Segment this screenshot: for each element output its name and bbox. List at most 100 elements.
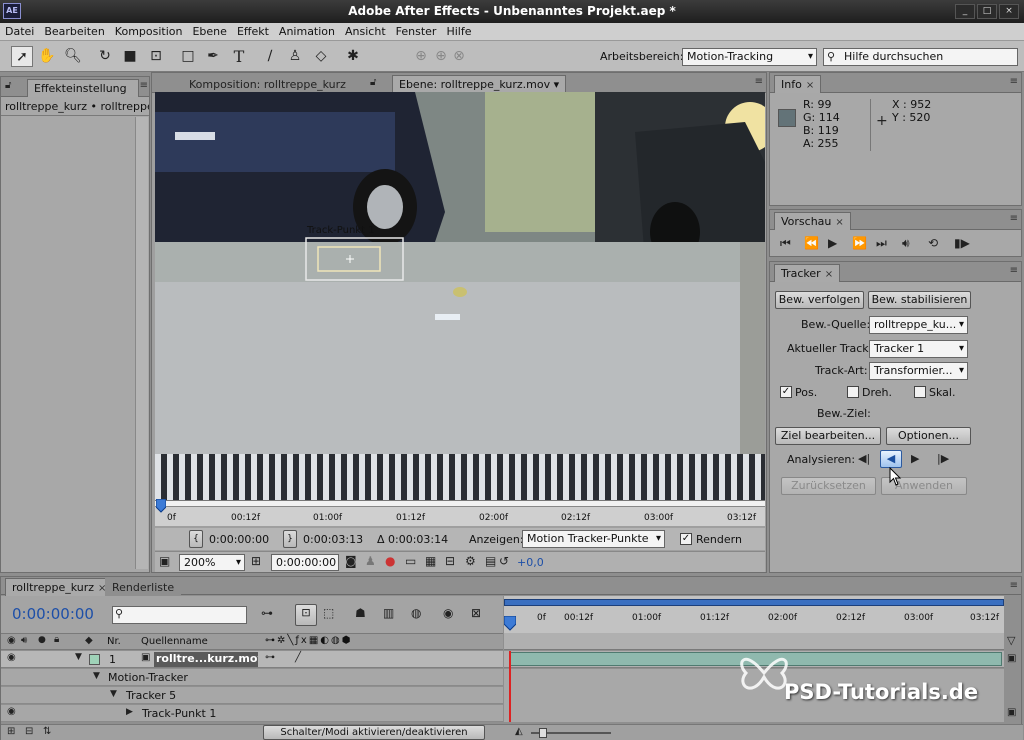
lock-icon[interactable]: 🔓︎ [5,80,11,91]
menu-ansicht[interactable]: Ansicht [340,23,391,40]
minimize-button[interactable]: _ [955,4,975,19]
ram-preview-icon[interactable]: ▮▶ [954,236,970,250]
rotation-checkbox[interactable] [847,386,859,398]
eye-icon[interactable]: ◉ [7,652,16,663]
close-icon[interactable]: × [835,217,843,228]
fast-previews-icon[interactable]: ⚙ [465,554,476,568]
analyze-forward-icon[interactable]: ▶ [911,452,919,465]
exposure-reset-icon[interactable]: ↺ [499,554,509,568]
current-time-field[interactable]: 0:00:00:00 [271,554,339,571]
live-update-button[interactable]: ⊡ [295,604,317,626]
transfer-controls-icon[interactable]: ⇅ [43,726,51,737]
expand-triangle-icon[interactable]: ▼ [110,689,117,699]
table-row[interactable]: ◉ ▼ 1 ▣ rolltre...kurz.mov ⊶ ╱ [1,651,503,668]
pan-behind-tool-icon[interactable]: ⊡ [145,46,167,67]
rotate-tool-icon[interactable]: ↻ [94,46,116,67]
close-window-button[interactable]: × [999,4,1019,19]
table-row[interactable]: ◉ ▶ Track-Punkt 1 [1,705,503,722]
pixel-aspect-icon[interactable]: ⊟ [445,554,455,568]
scroll-down-icon[interactable]: ▣ [1007,707,1016,718]
close-icon[interactable]: × [825,269,833,280]
lock-icon[interactable]: 🔓︎ [370,77,376,88]
brush-tool-icon[interactable]: ∕ [259,46,281,67]
comp-settings-icon[interactable]: ⊞ [7,726,15,737]
panel-menu-icon[interactable]: ≡ [140,80,148,91]
eraser-tool-icon[interactable]: ◇ [310,46,332,67]
scroll-up-icon[interactable]: ▣ [1007,653,1016,664]
zoom-slider-handle[interactable] [539,728,547,738]
viewer-time-ruler[interactable]: 0f 00:12f 01:00f 01:12f 02:00f 02:12f 03… [155,498,765,526]
analyze-back-one-frame-icon[interactable]: ◀| [858,452,870,465]
toggle-switches-modes-button[interactable]: Schalter/Modi aktivieren/deaktivieren [263,725,485,740]
audio-icon[interactable]: 🔊︎ [21,635,27,646]
render-checkbox[interactable]: ✓ [680,533,692,545]
shy-layers-icon[interactable]: ☗ [355,606,366,620]
tab-info[interactable]: Info × [774,75,822,93]
table-row[interactable]: ▼ Motion-Tracker [1,669,503,686]
panel-menu-icon[interactable]: ≡ [1010,213,1018,224]
tab-timeline-comp[interactable]: rolltreppe_kurz × [5,578,114,596]
table-row[interactable]: ▼ Tracker 5 [1,687,503,704]
menu-animation[interactable]: Animation [274,23,340,40]
panel-menu-icon[interactable]: ≡ [1010,76,1018,87]
menu-bearbeiten[interactable]: Bearbeiten [39,23,109,40]
current-time-indicator[interactable] [155,498,167,515]
set-in-point-button[interactable]: { [189,530,203,548]
zoom-select[interactable]: 200% [179,554,245,571]
motion-blur-icon[interactable]: ◍ [411,606,421,620]
loop-icon[interactable]: ⟲ [928,236,938,250]
tab-effects-controls[interactable]: Effekteinstellung [27,79,139,97]
graph-editor-icon[interactable]: ⊠ [471,606,481,620]
lock-icon[interactable]: 🔒︎ [54,634,59,645]
track-type-select[interactable]: Transformier... [869,362,968,380]
rectangle-tool-icon[interactable]: □ [177,46,199,67]
eye-icon[interactable]: ◉ [7,635,16,646]
draft-3d-icon[interactable]: ⬚ [323,606,334,620]
brainstorm-icon[interactable]: ◉ [443,606,453,620]
help-search-input[interactable]: Hilfe durchsuchen [823,48,1018,66]
timeline-icon[interactable]: ▤ [485,554,496,568]
zoom-out-icon[interactable]: ◭ [515,726,523,737]
always-preview-icon[interactable]: ▣ [159,554,170,568]
timeline-ruler[interactable]: 0f 00:12f 01:00f 01:12f 02:00f 02:12f 03… [503,596,1004,633]
clone-stamp-tool-icon[interactable]: ♙ [284,46,306,67]
play-icon[interactable]: ▶ [828,236,837,250]
panel-menu-icon[interactable]: ≡ [1010,265,1018,276]
scale-checkbox[interactable] [914,386,926,398]
show-snapshot-icon[interactable]: ♟ [365,554,376,568]
last-frame-icon[interactable]: ⏭ [876,236,887,251]
motion-source-select[interactable]: rolltreppe_ku... [869,316,968,334]
first-frame-icon[interactable]: ⏮ [780,236,791,251]
edit-target-button[interactable]: Ziel bearbeiten... [775,427,881,445]
menu-komposition[interactable]: Komposition [110,23,188,40]
region-of-interest-icon[interactable]: ▭ [405,554,416,568]
hand-tool-icon[interactable]: ✋ [36,46,58,67]
expand-triangle-icon[interactable]: ▼ [75,652,82,662]
work-area-bar[interactable] [504,599,1004,606]
type-tool-icon[interactable]: T [228,46,250,67]
tab-tracker[interactable]: Tracker × [774,264,841,282]
current-time-indicator[interactable] [503,615,517,632]
label-color-swatch[interactable] [89,654,100,665]
frame-blending-icon[interactable]: ▥ [383,606,394,620]
menu-effekt[interactable]: Effekt [232,23,274,40]
close-icon[interactable]: × [806,80,814,91]
workspace-select[interactable]: Motion-Tracking [682,48,817,66]
channel-icon[interactable]: ● [385,554,395,568]
current-track-select[interactable]: Tracker 1 [869,340,968,358]
tab-render-queue[interactable]: Renderliste [105,578,182,596]
eye-icon[interactable]: ◉ [7,706,16,717]
menu-fenster[interactable]: Fenster [391,23,442,40]
transparency-grid-icon[interactable]: ▦ [425,554,436,568]
maximize-button[interactable]: □ [977,4,997,19]
out-point-value[interactable]: 0:00:03:13 [303,533,363,546]
options-button[interactable]: Optionen... [886,427,971,445]
stabilize-motion-button[interactable]: Bew. stabilisieren [868,291,971,309]
expand-triangle-icon[interactable]: ▼ [93,671,100,681]
collapse-triangle-icon[interactable]: ▶ [126,707,133,717]
effects-scrollbar[interactable] [135,117,148,569]
camera-tool-icon[interactable]: ■ [119,46,141,67]
in-point-value[interactable]: 0:00:00:00 [209,533,269,546]
layer-name[interactable]: rolltre...kurz.mov [154,652,258,667]
audio-icon[interactable]: 🔊︎ [902,236,910,251]
